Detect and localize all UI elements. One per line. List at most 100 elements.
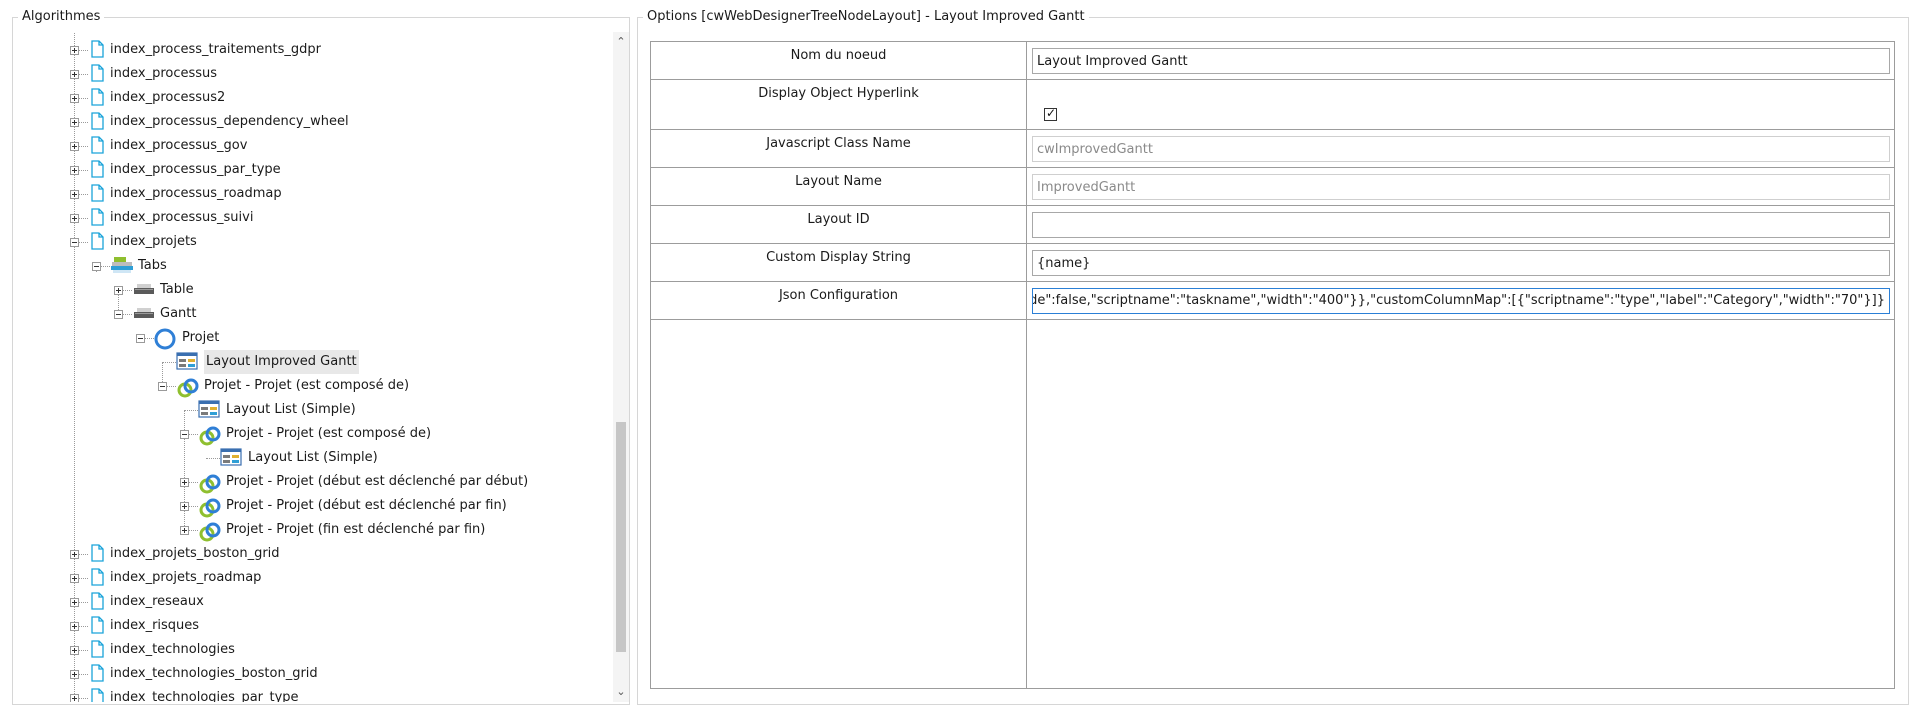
property-row: Custom Display String	[651, 244, 1894, 282]
layout-icon	[176, 352, 198, 370]
page-icon	[88, 208, 106, 226]
algorithm-tree[interactable]: index_process_traitements_gdpr index_proc…	[14, 32, 612, 702]
page-icon	[88, 136, 106, 154]
expand-icon[interactable]	[70, 190, 79, 199]
association-icon	[198, 496, 221, 518]
tree-item-label[interactable]: Projet - Projet (début est déclenché par…	[226, 494, 507, 518]
tree-item[interactable]	[14, 278, 604, 302]
page-icon	[88, 40, 106, 58]
property-label: Javascript Class Name	[766, 136, 911, 151]
expand-icon[interactable]	[180, 478, 189, 487]
expand-icon[interactable]	[70, 94, 79, 103]
tree-item-label[interactable]: Table	[160, 278, 194, 302]
expand-icon[interactable]	[180, 526, 189, 535]
tree-item-label[interactable]: index_reseaux	[110, 590, 204, 614]
expand-icon[interactable]	[70, 598, 79, 607]
tree-item-label[interactable]: Tabs	[138, 254, 167, 278]
association-icon	[176, 376, 199, 398]
tree-item-label[interactable]: Projet - Projet (fin est déclenché par f…	[226, 518, 485, 542]
expand-icon[interactable]	[180, 502, 189, 511]
tree-item-label[interactable]: Layout List (Simple)	[226, 398, 356, 422]
page-icon	[88, 640, 106, 658]
association-icon	[198, 520, 221, 542]
tree-item-label[interactable]: index_risques	[110, 614, 199, 638]
page-icon	[88, 592, 106, 610]
expand-icon[interactable]	[70, 646, 79, 655]
tree-item-label[interactable]: Projet - Projet (début est déclenché par…	[226, 470, 528, 494]
tree-item-label[interactable]: index_processus_dependency_wheel	[110, 110, 349, 134]
expand-icon[interactable]	[70, 166, 79, 175]
tree-item-label[interactable]: Projet - Projet (est composé de)	[204, 374, 409, 398]
expand-icon[interactable]	[70, 46, 79, 55]
tree-item-label[interactable]: index_projets	[110, 230, 197, 254]
tree-item-label[interactable]: index_technologies	[110, 638, 235, 662]
property-row: Javascript Class Name	[651, 130, 1894, 168]
tabs-icon	[110, 256, 133, 274]
expand-icon[interactable]	[70, 622, 79, 631]
checkmark-icon: ✓	[1046, 106, 1057, 120]
algorithmes-panel: Algorithmes index_process_traitements_gd…	[12, 9, 630, 705]
page-icon	[88, 664, 106, 682]
tree-item-label[interactable]: index_projets_roadmap	[110, 566, 261, 590]
collapse-icon[interactable]	[136, 334, 145, 343]
property-row: Layout Name	[651, 168, 1894, 206]
tree-item[interactable]	[14, 326, 604, 350]
tree-item-label[interactable]: Gantt	[160, 302, 196, 326]
tree-item-label[interactable]: index_processus_roadmap	[110, 182, 282, 206]
tree-item-label[interactable]: Projet	[182, 326, 219, 350]
page-icon	[88, 616, 106, 634]
page-icon	[88, 64, 106, 82]
tree-item-label[interactable]: index_processus	[110, 62, 217, 86]
tree-item[interactable]	[14, 302, 604, 326]
page-icon	[88, 544, 106, 562]
page-icon	[88, 688, 106, 702]
scroll-down-icon[interactable]: ⌄	[613, 684, 629, 700]
layout-icon	[220, 448, 242, 466]
json-configuration-field[interactable]: skname":{"hide":false,"scriptname":"task…	[1032, 288, 1890, 314]
expand-icon[interactable]	[70, 70, 79, 79]
tree-item-label[interactable]: index_process_traitements_gdpr	[110, 38, 321, 62]
property-row: Layout ID	[651, 206, 1894, 244]
options-panel: Options [cwWebDesignerTreeNodeLayout] - …	[637, 9, 1909, 705]
association-icon	[198, 424, 221, 446]
expand-icon[interactable]	[70, 694, 79, 702]
display-object-hyperlink-checkbox[interactable]: ✓	[1044, 106, 1057, 121]
custom-display-string-field[interactable]	[1032, 250, 1890, 276]
property-row: Nom du noeud	[651, 42, 1894, 80]
tree-item-label[interactable]: index_processus_gov	[110, 134, 247, 158]
collapse-icon[interactable]	[114, 310, 123, 319]
tree-item-label[interactable]: index_processus_suivi	[110, 206, 253, 230]
collapse-icon[interactable]	[70, 238, 79, 247]
tree-item-label[interactable]: index_technologies_par_type	[110, 686, 299, 702]
expand-icon[interactable]	[70, 574, 79, 583]
page-icon	[88, 568, 106, 586]
property-row: Display Object Hyperlink ✓	[651, 80, 1894, 130]
expand-icon[interactable]	[70, 214, 79, 223]
tree-item-label[interactable]: index_processus_par_type	[110, 158, 281, 182]
expand-icon[interactable]	[70, 550, 79, 559]
nom-du-noeud-field[interactable]	[1032, 48, 1890, 74]
expand-icon[interactable]	[114, 286, 123, 295]
expand-icon[interactable]	[70, 142, 79, 151]
scroll-up-icon[interactable]: ⌃	[613, 34, 629, 50]
tree-item-label[interactable]: Projet - Projet (est composé de)	[226, 422, 431, 446]
tab-icon	[132, 304, 154, 322]
collapse-icon[interactable]	[180, 430, 189, 439]
layout-name-field[interactable]	[1032, 174, 1890, 200]
javascript-class-name-field[interactable]	[1032, 136, 1890, 162]
tree-item-label[interactable]: index_processus2	[110, 86, 225, 110]
page-icon	[88, 112, 106, 130]
layout-id-field[interactable]	[1032, 212, 1890, 238]
tree-item-label[interactable]: Layout Improved Gantt	[204, 350, 359, 374]
collapse-icon[interactable]	[92, 262, 101, 271]
tree-item-label[interactable]: index_projets_boston_grid	[110, 542, 280, 566]
property-label: Custom Display String	[766, 250, 911, 265]
expand-icon[interactable]	[70, 118, 79, 127]
page-icon	[88, 232, 106, 250]
scroll-thumb[interactable]	[616, 422, 626, 652]
expand-icon[interactable]	[70, 670, 79, 679]
tree-item-label[interactable]: index_technologies_boston_grid	[110, 662, 318, 686]
tree-item-label[interactable]: Layout List (Simple)	[248, 446, 378, 470]
tree-scrollbar[interactable]: ⌃ ⌄	[613, 32, 629, 702]
collapse-icon[interactable]	[158, 382, 167, 391]
